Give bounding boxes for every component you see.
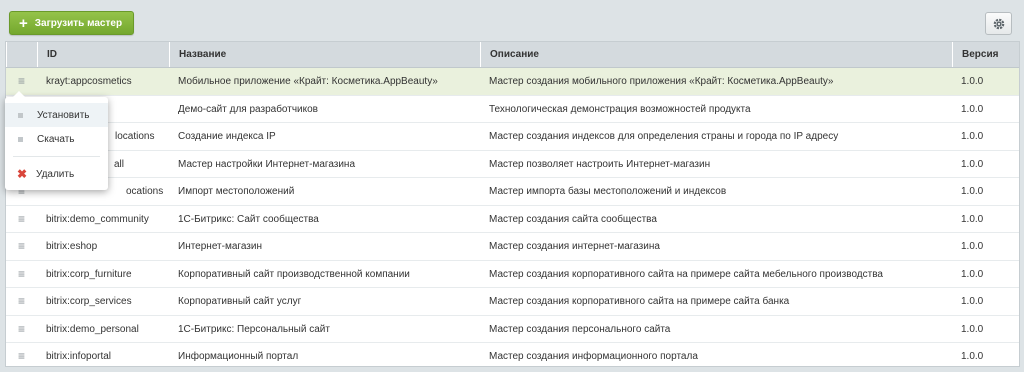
row-menu-button[interactable]: ≡ [6,343,37,366]
cell-id: bitrix:eshop [46,241,98,252]
cell-name: Корпоративный сайт услуг [178,296,302,307]
cell-description: Мастер позволяет настроить Интернет-мага… [489,158,711,170]
cell-name: Информационный портал [178,351,299,362]
cell-id: bitrix:demo_community [46,213,149,225]
cell-name: Мобильное приложение «Крайт: Косметика.A… [178,76,438,87]
menu-item-install[interactable]: Установить [5,103,108,127]
plus-icon: + [19,14,28,32]
bullet-icon [18,112,23,118]
cell-id: krayt:appcosmetics [46,76,132,87]
row-menu-button[interactable]: ≡ [6,316,37,343]
table-row[interactable]: ≡ bitrix:eshop Интернет-магазин Мастер с… [6,233,1019,261]
cell-name: Корпоративный сайт производственной комп… [178,268,410,280]
cell-version: 1.0.0 [961,241,984,252]
settings-button[interactable] [985,12,1012,35]
cell-description: Мастер создания индексов для определения… [489,131,839,142]
table-row[interactable]: ≡ bitrix:corp_furniture Корпоративный са… [6,261,1019,288]
cell-description: Мастер импорта базы местоположений и инд… [489,186,727,197]
cell-description: Мастер создания информационного портала [489,351,698,362]
hamburger-icon: ≡ [17,239,25,254]
row-menu-button[interactable]: ≡ [6,233,37,260]
cell-description: Мастер создания мобильного приложения «К… [489,76,834,87]
menu-item-label: Установить [37,109,90,121]
row-menu-button[interactable]: ≡ [6,206,37,233]
cell-version: 1.0.0 [961,103,984,115]
table-row[interactable]: ≡ bitrix:demo_personal 1С-Битрикс: Персо… [6,316,1019,343]
gear-icon [993,18,1004,29]
table-row[interactable]: ≡ all Мастер настройки Интернет-магазина… [6,151,1019,178]
hamburger-icon: ≡ [17,266,25,281]
cell-version: 1.0.0 [961,296,984,307]
table-row[interactable]: ≡ krayt:appcosmetics Мобильное приложени… [6,68,1019,96]
cell-version: 1.0.0 [961,323,984,335]
table-row[interactable]: ≡ bitrix:corp_services Корпоративный сай… [6,288,1019,316]
cell-version: 1.0.0 [961,76,984,87]
hamburger-icon: ≡ [17,211,25,226]
cell-id: bitrix:corp_services [46,296,132,307]
upload-wizard-label: Загрузить мастер [34,17,123,29]
cell-description: Мастер создания корпоративного сайта на … [489,268,883,280]
row-menu-button[interactable]: ≡ [6,261,37,288]
header-id[interactable]: ID [37,42,169,67]
cell-version: 1.0.0 [961,351,984,362]
table-row[interactable]: ≡ ocations Импорт местоположений Мастер … [6,178,1019,206]
table-row[interactable]: ≡ bitrix:demo_community 1С-Битрикс: Сайт… [6,206,1019,233]
cell-version: 1.0.0 [961,268,984,280]
cell-id: bitrix:infoportal [46,351,112,362]
cell-name: Создание индекса IP [178,131,276,142]
hamburger-icon: ≡ [17,321,25,336]
cell-name: 1С-Битрикс: Сайт сообщества [178,213,319,225]
cell-name: 1С-Битрикс: Персональный сайт [178,323,330,335]
wizards-table: ID Название Описание Версия ≡ krayt:appc… [5,41,1020,367]
cell-id: bitrix:demo_personal [46,323,139,335]
cell-version: 1.0.0 [961,158,984,170]
cell-name: Импорт местоположений [178,186,295,197]
cell-description: Мастер создания корпоративного сайта на … [489,296,790,307]
cell-version: 1.0.0 [961,213,984,225]
cell-description: Технологическая демонстрация возможносте… [489,103,751,115]
hamburger-icon: ≡ [17,74,25,89]
row-menu-button[interactable]: ≡ [6,288,37,315]
menu-item-label: Скачать [37,133,75,145]
header-description[interactable]: Описание [480,42,952,67]
cell-name: Интернет-магазин [178,241,262,252]
cell-description: Мастер создания интернет-магазина [489,241,660,252]
cell-name: Демо-сайт для разработчиков [178,103,318,115]
menu-item-download[interactable]: Скачать [5,127,108,151]
bullet-icon [18,136,23,142]
cell-description: Мастер создания сайта сообщества [489,213,657,225]
hamburger-icon: ≡ [17,294,25,309]
toolbar: + Загрузить мастер [0,0,1024,41]
table-row[interactable]: ≡ Демо-сайт для разработчиков Технологич… [6,96,1019,123]
menu-item-delete[interactable]: ✖ Удалить [5,162,108,186]
cross-icon: ✖ [17,167,28,181]
menu-item-label: Удалить [36,168,75,180]
cell-description: Мастер создания персонального сайта [489,323,671,335]
menu-divider [13,156,100,157]
upload-wizard-button[interactable]: + Загрузить мастер [9,11,135,35]
table-header: ID Название Описание Версия [6,42,1019,68]
table-row[interactable]: ≡ bitrix:infoportal Информационный порта… [6,343,1019,366]
cell-id: bitrix:corp_furniture [46,268,132,280]
cell-name: Мастер настройки Интернет-магазина [178,158,356,170]
header-name[interactable]: Название [169,42,480,67]
header-actions [6,42,37,67]
cell-version: 1.0.0 [961,186,984,197]
hamburger-icon: ≡ [17,349,25,364]
table-row[interactable]: ≡ locations Создание индекса IP Мастер с… [6,123,1019,151]
row-context-menu: Установить Скачать ✖ Удалить [5,91,108,190]
menu-pointer [13,91,25,97]
header-version[interactable]: Версия [952,42,1019,67]
cell-version: 1.0.0 [961,131,984,142]
